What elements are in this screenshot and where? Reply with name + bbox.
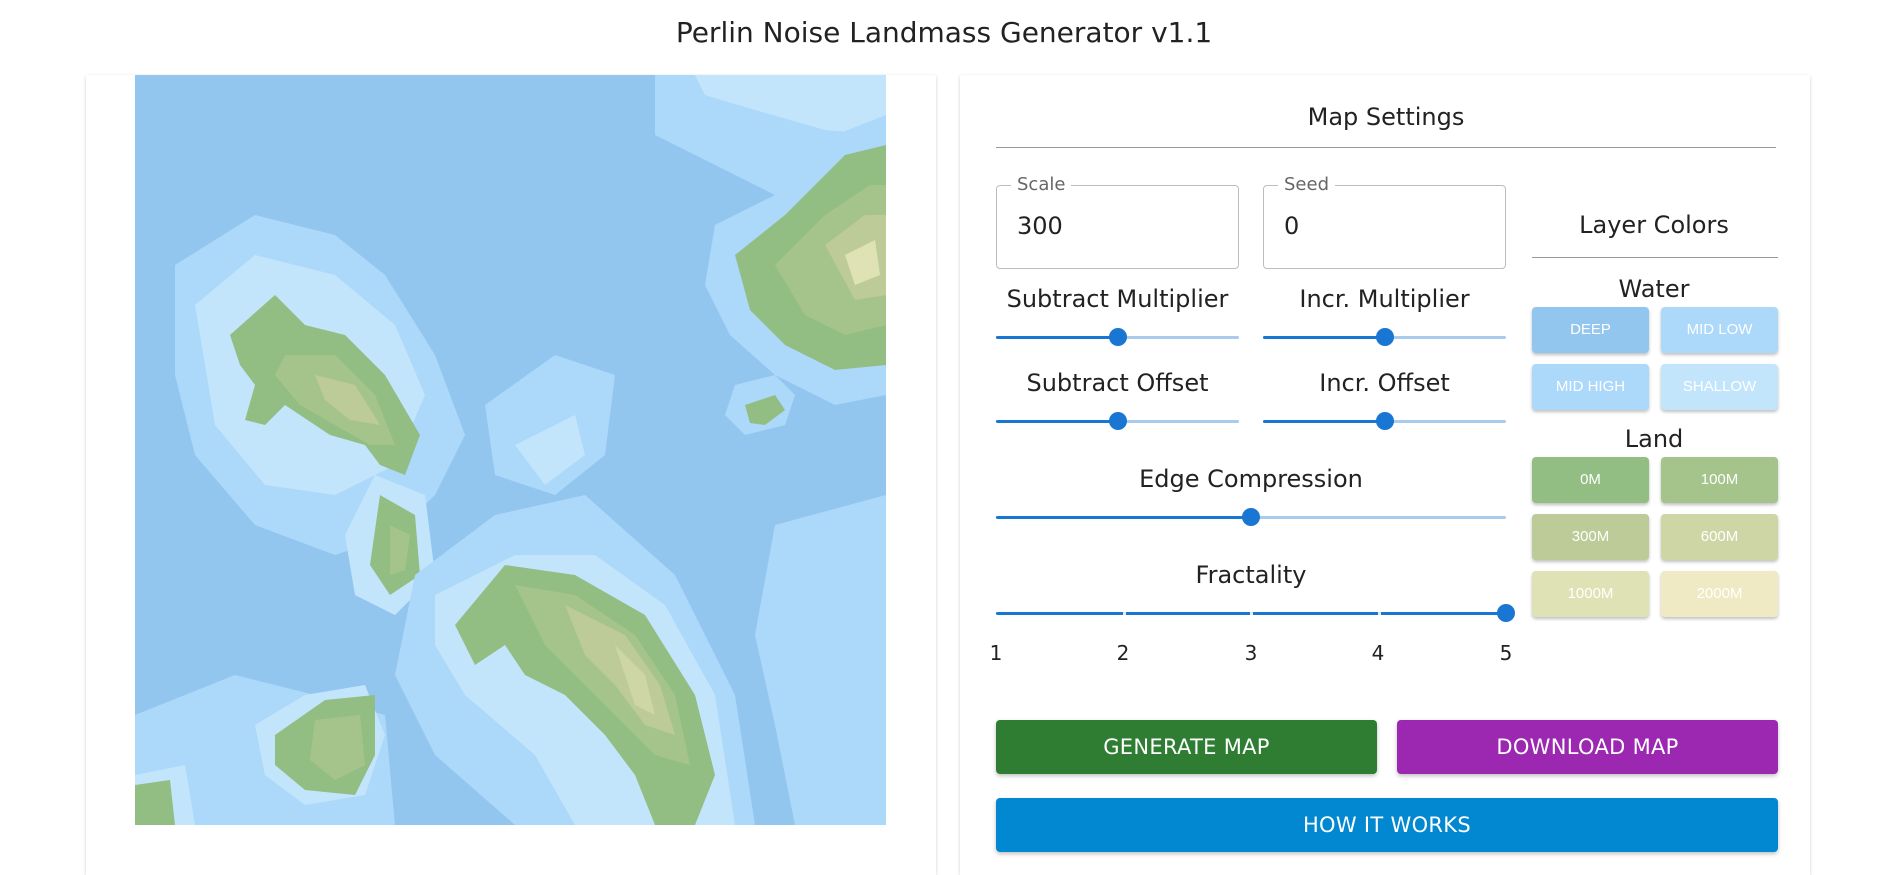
land-1000m-color-button[interactable]: 1000M — [1532, 571, 1649, 617]
water-title: Water — [1618, 275, 1690, 303]
generated-map-image — [135, 75, 886, 825]
water-shallow-color-button[interactable]: SHALLOW — [1661, 364, 1778, 410]
color-button-label: MID HIGH — [1555, 378, 1626, 395]
subtract-offset-slider[interactable] — [996, 412, 1239, 430]
slider-thumb[interactable] — [1497, 604, 1515, 622]
slider-thumb[interactable] — [1108, 328, 1127, 346]
color-button-label: 0M — [1580, 471, 1601, 488]
incr-multiplier-slider[interactable] — [1263, 328, 1506, 346]
slider-thumb[interactable] — [1242, 508, 1260, 526]
slider-mark — [1250, 612, 1253, 615]
app-title: Perlin Noise Landmass Generator v1.1 — [675, 16, 1213, 49]
land-title: Land — [1624, 425, 1684, 453]
how-it-works-button[interactable]: HOW IT WORKS — [996, 798, 1778, 852]
color-button-label: DEEP — [1570, 321, 1611, 338]
seed-field[interactable]: Seed — [1263, 174, 1506, 269]
fractality-mark-label: 4 — [1371, 641, 1385, 665]
land-2000m-color-button[interactable]: 2000M — [1661, 571, 1778, 617]
slider-mark — [1122, 612, 1126, 615]
land-0m-color-button[interactable]: 0M — [1532, 457, 1649, 503]
color-button-label: 300M — [1571, 528, 1610, 545]
color-button-label: 1000M — [1567, 585, 1614, 602]
incr-offset-label: Incr. Offset — [1319, 369, 1450, 397]
color-button-label: 100M — [1700, 471, 1739, 488]
edge-compression-slider[interactable] — [996, 508, 1506, 526]
slider-thumb[interactable] — [1375, 412, 1394, 430]
scale-input[interactable] — [1017, 212, 1217, 240]
fractality-mark-label: 3 — [1244, 641, 1258, 665]
subtract-offset-label: Subtract Offset — [1026, 369, 1209, 397]
map-settings-panel: Map Settings Scale Seed Subtract Multipl… — [960, 75, 1810, 875]
layer-colors-divider — [1532, 257, 1778, 258]
incr-offset-slider[interactable] — [1263, 412, 1506, 430]
color-button-label: MID LOW — [1686, 321, 1753, 338]
map-card — [86, 75, 936, 875]
slider-thumb[interactable] — [1108, 412, 1127, 430]
download-map-button[interactable]: DOWNLOAD MAP — [1397, 720, 1778, 774]
generate-map-button[interactable]: GENERATE MAP — [996, 720, 1377, 774]
land-300m-color-button[interactable]: 300M — [1532, 514, 1649, 560]
color-button-label: SHALLOW — [1682, 378, 1757, 395]
seed-input[interactable] — [1284, 212, 1484, 240]
settings-divider — [996, 147, 1776, 148]
slider-track — [1263, 420, 1385, 423]
map-canvas[interactable] — [135, 75, 886, 825]
scale-label: Scale — [1011, 174, 1072, 195]
fractality-label: Fractality — [1195, 561, 1307, 589]
fractality-slider[interactable] — [996, 604, 1515, 622]
color-button-label: 600M — [1700, 528, 1739, 545]
slider-track — [996, 336, 1118, 339]
fractality-mark-label: 5 — [1499, 641, 1513, 665]
land-100m-color-button[interactable]: 100M — [1661, 457, 1778, 503]
slider-track — [1263, 336, 1385, 339]
scale-field[interactable]: Scale — [996, 174, 1239, 269]
fractality-mark-label: 1 — [989, 641, 1003, 665]
slider-track — [996, 516, 1251, 519]
color-button-label: 2000M — [1696, 585, 1743, 602]
water-mid-high-color-button[interactable]: MID HIGH — [1532, 364, 1649, 410]
water-deep-color-button[interactable]: DEEP — [1532, 307, 1649, 353]
layer-colors-title: Layer Colors — [1579, 211, 1729, 239]
slider-track — [996, 420, 1118, 423]
edge-compression-label: Edge Compression — [1139, 465, 1363, 493]
land-600m-color-button[interactable]: 600M — [1661, 514, 1778, 560]
incr-multiplier-label: Incr. Multiplier — [1299, 285, 1470, 313]
water-mid-low-color-button[interactable]: MID LOW — [1661, 307, 1778, 353]
subtract-multiplier-label: Subtract Multiplier — [1006, 285, 1229, 313]
slider-mark — [1377, 612, 1381, 615]
seed-label: Seed — [1278, 174, 1335, 195]
slider-thumb[interactable] — [1375, 328, 1394, 346]
map-settings-title: Map Settings — [1307, 103, 1465, 131]
subtract-multiplier-slider[interactable] — [996, 328, 1239, 346]
fractality-mark-label: 2 — [1116, 641, 1130, 665]
